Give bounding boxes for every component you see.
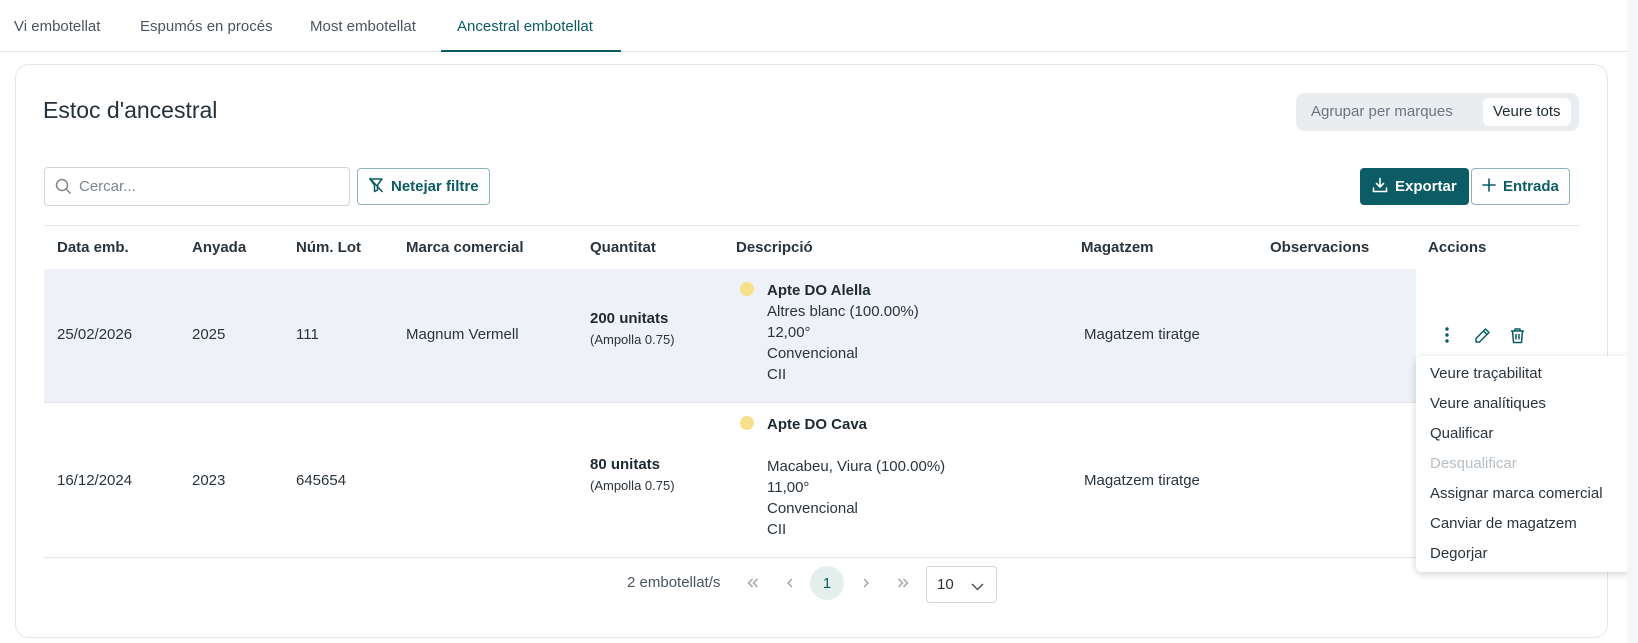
search-input[interactable] [79, 168, 339, 205]
first-page-icon[interactable] [739, 569, 767, 597]
page-title: Estoc d'ancestral [43, 97, 218, 123]
row-date: 25/02/2026 [57, 326, 133, 343]
view-toggle: Agrupar per marques Veure tots [1296, 93, 1579, 131]
row-actions-menu: Veure traçabilitat Veure analítiques Qua… [1416, 356, 1631, 572]
column-header-brand[interactable]: Marca comercial [406, 239, 524, 256]
previous-page-icon[interactable] [776, 569, 804, 597]
row-quantity-format: (Ampolla 0.75) [590, 332, 675, 347]
entry-button[interactable]: Entrada [1471, 168, 1570, 205]
search-box [44, 167, 350, 206]
status-dot [740, 416, 754, 430]
tab-most-embotellat[interactable]: Most embotellat [310, 18, 416, 35]
menu-item-disgorge[interactable]: Degorjar [1430, 545, 1488, 562]
row-description-line: Convencional [767, 345, 858, 362]
row-description-title: Apte DO Alella [767, 282, 871, 299]
table-bottom-divider [44, 557, 1580, 558]
column-header-description[interactable]: Descripció [736, 239, 813, 256]
row-description-line: Macabeu, Viura (100.00%) [767, 458, 946, 475]
tab-ancestral-embotellat[interactable]: Ancestral embotellat [457, 18, 593, 35]
row-brand: Magnum Vermell [406, 326, 519, 343]
page-scrollbar[interactable] [1627, 0, 1638, 643]
row-quantity-format: (Ampolla 0.75) [590, 478, 675, 493]
export-label: Exportar [1395, 178, 1457, 195]
row-lot: 111 [296, 326, 319, 343]
more-options-icon[interactable] [1437, 325, 1457, 345]
row-description-line: CII [767, 521, 787, 538]
show-all-option[interactable]: Veure tots [1483, 98, 1571, 126]
table-row[interactable] [44, 403, 1416, 557]
column-header-actions: Accions [1428, 239, 1487, 256]
tab-espumos-en-proces[interactable]: Espumós en procés [140, 18, 273, 35]
row-quantity: 200 unitats [590, 310, 669, 327]
page-size-select[interactable]: 10 [926, 566, 997, 603]
clear-filter-button[interactable]: Netejar filtre [357, 168, 490, 205]
column-header-date[interactable]: Data emb. [57, 239, 129, 256]
menu-item-assign-brand[interactable]: Assignar marca comercial [1430, 485, 1603, 502]
plus-icon [1482, 177, 1496, 196]
column-header-quantity[interactable]: Quantitat [590, 239, 656, 256]
active-tab-indicator [441, 50, 621, 52]
row-description-title: Apte DO Cava [767, 416, 868, 433]
clear-filter-label: Netejar filtre [391, 178, 479, 195]
column-header-warehouse[interactable]: Magatzem [1081, 239, 1154, 256]
entry-label: Entrada [1503, 178, 1559, 195]
menu-item-analytics[interactable]: Veure analítiques [1430, 395, 1546, 412]
tab-vi-embotellat[interactable]: Vi embotellat [14, 18, 100, 35]
column-header-vintage[interactable]: Anyada [192, 239, 246, 256]
last-page-icon[interactable] [889, 569, 917, 597]
row-lot: 645654 [296, 472, 347, 489]
menu-item-change-warehouse[interactable]: Canviar de magatzem [1430, 515, 1577, 532]
row-description-line: 12,00° [767, 324, 811, 341]
row-date: 16/12/2024 [57, 472, 133, 489]
row-description-line: Convencional [767, 500, 858, 517]
row-warehouse: Magatzem tiratge [1084, 326, 1200, 343]
menu-item-disqualify: Desqualificar [1430, 455, 1517, 472]
row-description-line: 11,00° [767, 479, 810, 496]
next-page-icon[interactable] [852, 569, 880, 597]
search-icon [55, 178, 72, 199]
row-vintage: 2023 [192, 472, 226, 489]
column-header-notes[interactable]: Observacions [1270, 239, 1369, 256]
menu-item-traceability[interactable]: Veure traçabilitat [1430, 365, 1542, 382]
tab-bar: Vi embotellat Espumós en procés Most emb… [0, 0, 1627, 52]
column-header-lot[interactable]: Núm. Lot [296, 239, 361, 256]
status-dot [740, 282, 754, 296]
table-row[interactable] [44, 269, 1416, 403]
edit-icon[interactable] [1472, 325, 1492, 345]
row-vintage: 2025 [192, 326, 226, 343]
table-top-divider [44, 225, 1580, 226]
row-description-line: Altres blanc (100.00%) [767, 303, 919, 320]
download-icon [1372, 177, 1388, 197]
result-count: 2 embotellat/s [627, 574, 721, 591]
export-button[interactable]: Exportar [1360, 168, 1469, 205]
row-description-line: CII [767, 366, 787, 383]
page-button-current[interactable]: 1 [810, 566, 844, 600]
delete-icon[interactable] [1507, 325, 1527, 345]
chevron-down-icon [971, 578, 984, 595]
group-by-brand-option[interactable]: Agrupar per marques [1301, 98, 1463, 126]
page-size-value: 10 [937, 576, 954, 593]
filter-off-icon [368, 176, 384, 197]
menu-item-qualify[interactable]: Qualificar [1430, 425, 1493, 442]
row-warehouse: Magatzem tiratge [1084, 472, 1200, 489]
row-quantity: 80 unitats [590, 456, 661, 473]
